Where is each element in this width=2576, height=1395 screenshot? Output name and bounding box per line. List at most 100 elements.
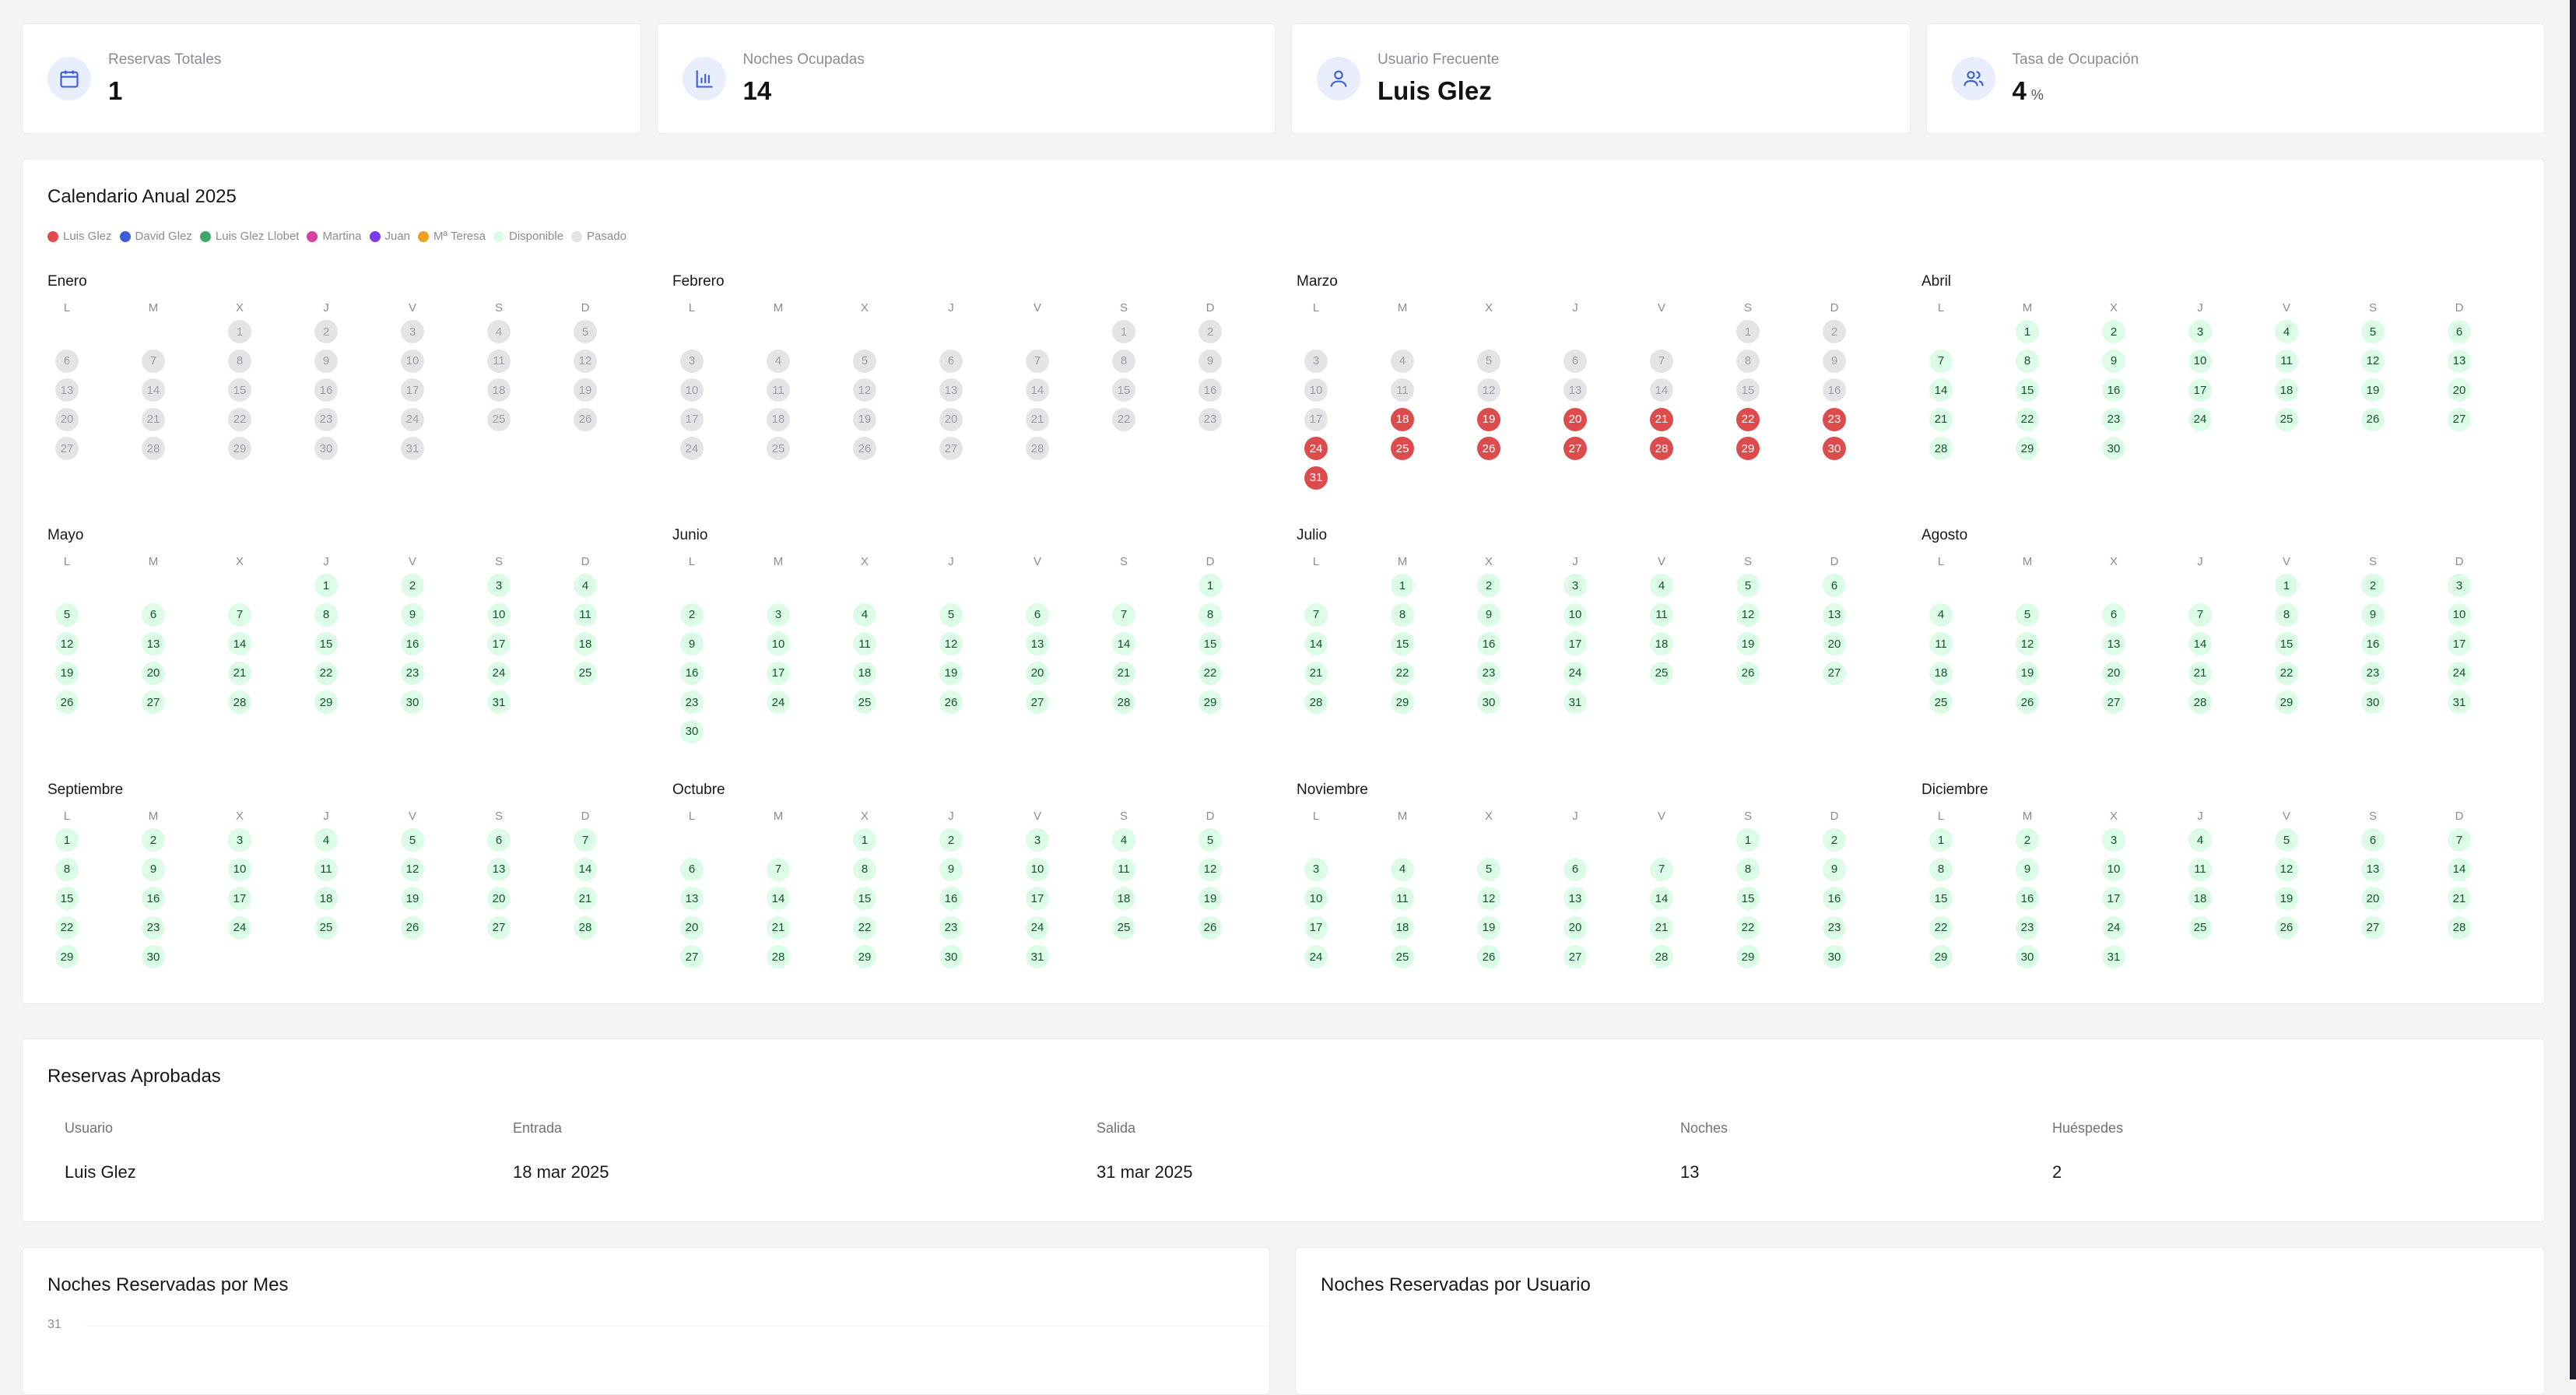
calendar-day[interactable]: 19 — [55, 661, 79, 685]
calendar-day[interactable]: 5 — [1736, 574, 1760, 597]
calendar-day[interactable]: 28 — [767, 945, 790, 968]
calendar-day[interactable]: 13 — [680, 887, 704, 910]
calendar-day[interactable]: 17 — [228, 887, 251, 910]
calendar-day[interactable]: 21 — [1650, 407, 1673, 431]
calendar-day[interactable]: 6 — [55, 349, 79, 373]
calendar-day[interactable]: 17 — [1026, 887, 1049, 910]
calendar-day[interactable]: 20 — [2361, 887, 2385, 910]
calendar-day[interactable]: 15 — [55, 887, 79, 910]
calendar-day[interactable]: 21 — [1304, 661, 1328, 685]
calendar-day[interactable]: 18 — [1112, 887, 1135, 910]
calendar-day[interactable]: 10 — [680, 378, 704, 402]
calendar-day[interactable]: 13 — [2102, 632, 2125, 655]
calendar-day[interactable]: 19 — [401, 887, 424, 910]
calendar-day[interactable]: 15 — [228, 378, 251, 402]
calendar-day[interactable]: 16 — [2016, 887, 2039, 910]
calendar-day[interactable]: 24 — [1563, 661, 1587, 685]
calendar-day[interactable]: 31 — [1304, 466, 1328, 490]
calendar-day[interactable]: 4 — [767, 349, 790, 373]
calendar-day[interactable]: 16 — [1823, 378, 1846, 402]
calendar-day[interactable]: 14 — [2448, 857, 2471, 881]
calendar-day[interactable]: 1 — [314, 574, 338, 597]
calendar-day[interactable]: 2 — [314, 320, 338, 343]
calendar-day[interactable]: 31 — [487, 690, 511, 714]
calendar-day[interactable]: 4 — [1391, 349, 1414, 373]
calendar-day[interactable]: 5 — [401, 828, 424, 852]
calendar-day[interactable]: 3 — [1304, 349, 1328, 373]
calendar-day[interactable]: 3 — [1304, 857, 1328, 881]
calendar-day[interactable]: 27 — [939, 437, 963, 460]
calendar-day[interactable]: 17 — [2188, 378, 2212, 402]
calendar-day[interactable]: 21 — [767, 915, 790, 940]
calendar-day[interactable]: 8 — [1929, 857, 1953, 881]
calendar-day[interactable]: 23 — [401, 661, 424, 685]
calendar-day[interactable]: 19 — [2016, 661, 2039, 685]
calendar-day[interactable]: 26 — [1477, 945, 1500, 968]
calendar-day[interactable]: 25 — [2275, 407, 2298, 431]
calendar-day[interactable]: 9 — [314, 349, 338, 373]
calendar-day[interactable]: 18 — [1391, 407, 1414, 431]
calendar-day[interactable]: 4 — [1391, 857, 1414, 881]
calendar-day[interactable]: 29 — [1391, 690, 1414, 714]
calendar-day[interactable]: 23 — [2361, 661, 2385, 685]
calendar-day[interactable]: 31 — [1026, 945, 1049, 968]
calendar-day[interactable]: 21 — [228, 661, 251, 685]
calendar-day[interactable]: 4 — [853, 603, 876, 627]
calendar-day[interactable]: 4 — [1112, 828, 1135, 852]
calendar-day[interactable]: 30 — [1823, 945, 1846, 968]
calendar-day[interactable]: 17 — [1563, 632, 1587, 655]
calendar-day[interactable]: 10 — [1026, 857, 1049, 881]
calendar-day[interactable]: 22 — [314, 661, 338, 685]
calendar-day[interactable]: 1 — [228, 320, 251, 343]
calendar-day[interactable]: 26 — [55, 690, 79, 714]
calendar-day[interactable]: 3 — [2188, 320, 2212, 343]
calendar-day[interactable]: 28 — [142, 437, 165, 460]
calendar-day[interactable]: 18 — [1391, 915, 1414, 940]
calendar-day[interactable]: 16 — [314, 378, 338, 402]
calendar-day[interactable]: 6 — [1026, 603, 1049, 627]
calendar-day[interactable]: 7 — [2188, 603, 2212, 627]
calendar-day[interactable]: 21 — [1026, 407, 1049, 431]
calendar-day[interactable]: 25 — [767, 437, 790, 460]
calendar-day[interactable]: 28 — [1929, 437, 1953, 460]
calendar-day[interactable]: 1 — [55, 828, 79, 852]
calendar-day[interactable]: 9 — [2102, 349, 2125, 373]
calendar-day[interactable]: 23 — [680, 690, 704, 714]
calendar-day[interactable]: 13 — [142, 632, 165, 655]
calendar-day[interactable]: 1 — [1112, 320, 1135, 343]
calendar-day[interactable]: 18 — [574, 632, 597, 655]
calendar-day[interactable]: 11 — [314, 857, 338, 881]
calendar-day[interactable]: 26 — [939, 690, 963, 714]
calendar-day[interactable]: 9 — [401, 603, 424, 627]
calendar-day[interactable]: 22 — [2275, 661, 2298, 685]
calendar-day[interactable]: 12 — [1477, 887, 1500, 910]
calendar-day[interactable]: 1 — [1391, 574, 1414, 597]
calendar-day[interactable]: 24 — [2188, 407, 2212, 431]
calendar-day[interactable]: 20 — [142, 661, 165, 685]
calendar-day[interactable]: 5 — [2016, 603, 2039, 627]
calendar-day[interactable]: 8 — [1736, 857, 1760, 881]
calendar-day[interactable]: 23 — [2102, 407, 2125, 431]
calendar-day[interactable]: 6 — [1823, 574, 1846, 597]
calendar-day[interactable]: 1 — [1199, 574, 1222, 597]
calendar-day[interactable]: 11 — [1929, 632, 1953, 655]
calendar-day[interactable]: 13 — [2361, 857, 2385, 881]
calendar-day[interactable]: 27 — [1823, 661, 1846, 685]
calendar-day[interactable]: 25 — [1391, 945, 1414, 968]
calendar-day[interactable]: 15 — [1112, 378, 1135, 402]
calendar-day[interactable]: 16 — [1199, 378, 1222, 402]
calendar-day[interactable]: 7 — [1929, 349, 1953, 373]
calendar-day[interactable]: 10 — [2102, 857, 2125, 881]
calendar-day[interactable]: 26 — [853, 437, 876, 460]
calendar-day[interactable]: 21 — [2448, 887, 2471, 910]
calendar-day[interactable]: 14 — [1650, 378, 1673, 402]
calendar-day[interactable]: 4 — [1650, 574, 1673, 597]
calendar-day[interactable]: 5 — [1477, 349, 1500, 373]
calendar-day[interactable]: 29 — [2016, 437, 2039, 460]
calendar-day[interactable]: 2 — [401, 574, 424, 597]
calendar-day[interactable]: 12 — [401, 857, 424, 881]
calendar-day[interactable]: 24 — [487, 661, 511, 685]
calendar-day[interactable]: 29 — [1199, 690, 1222, 714]
calendar-day[interactable]: 30 — [142, 945, 165, 968]
calendar-day[interactable]: 13 — [2448, 349, 2471, 373]
